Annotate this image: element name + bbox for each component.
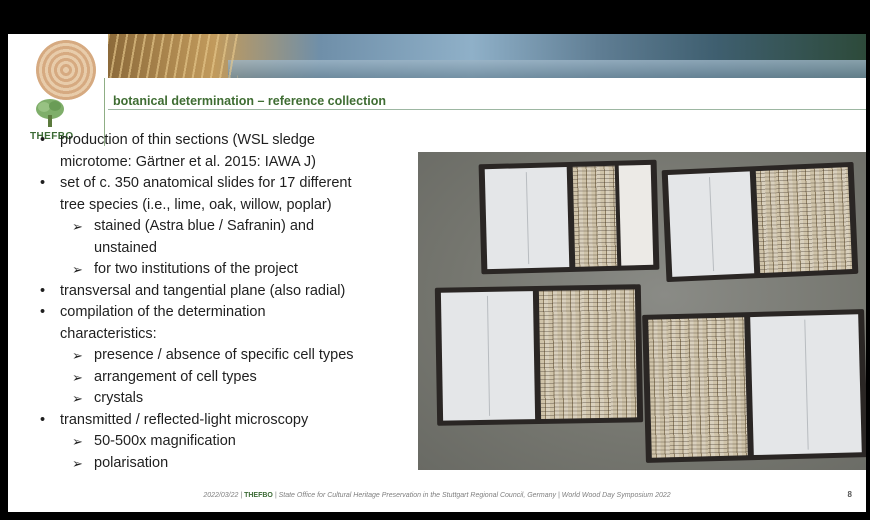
bullet-text: microtome: Gärtner et al. 2015: IAWA J) — [60, 153, 316, 170]
footer-org: THEFBO — [244, 492, 273, 499]
footer-date: 2022/03/22 — [203, 492, 239, 499]
sub-bullet-item: ➢ polarisation — [36, 453, 416, 475]
bullet-text: characteristics: — [60, 325, 157, 342]
sub-bullet-item: unstained — [36, 238, 416, 260]
arrow-bullet-icon: ➢ — [72, 348, 83, 363]
slide-footer: 2022/03/22 | THEFBO | State Office for C… — [8, 492, 866, 499]
bullet-text: tree species (i.e., lime, oak, willow, p… — [60, 196, 332, 213]
bullet-text: transversal and tangential plane (also r… — [60, 282, 346, 299]
bullet-text: compilation of the determination — [60, 304, 266, 320]
page-number: 8 — [847, 490, 852, 499]
banner-reeds — [108, 34, 238, 78]
bullet-text: unstained — [94, 239, 157, 256]
banner-lake — [228, 60, 866, 78]
presentation-slide: THEFBO botanical determination – referen… — [8, 34, 866, 512]
header-banner-image — [108, 34, 866, 78]
bullet-text: crystals — [94, 390, 144, 406]
footer-text: State Office for Cultural Heritage Prese… — [278, 492, 671, 499]
slide-box — [661, 161, 859, 283]
bullet-item: • transmitted / reflected-light microscop… — [36, 410, 416, 432]
bullet-text: arrangement of cell types — [94, 368, 257, 385]
sub-bullet-item: ➢ for two institutions of the project — [36, 259, 416, 281]
bullet-list: • production of thin sections (WSL sledge… — [36, 130, 416, 474]
bullet-dot-icon: • — [40, 411, 46, 428]
bullet-item: • transversal and tangential plane (also … — [36, 281, 416, 303]
tree-rings-logo-icon — [36, 40, 96, 100]
title-underline — [108, 109, 866, 110]
bullet-text: 50-500x magnification — [94, 433, 236, 449]
sub-bullet-item: ➢ 50-500x magnification — [36, 431, 416, 453]
bullet-item: • production of thin sections (WSL sledge — [36, 130, 416, 152]
bullet-dot-icon: • — [40, 282, 46, 299]
bullet-dot-icon: • — [40, 175, 46, 191]
bullet-text: stained (Astra blue / Safranin) and — [94, 218, 315, 234]
tree-logo-icon — [36, 99, 64, 127]
arrow-bullet-icon: ➢ — [72, 391, 83, 406]
sub-bullet-item: ➢ presence / absence of specific cell typ… — [36, 345, 416, 367]
bullet-item: characteristics: — [36, 324, 416, 346]
sub-bullet-item: ➢ arrangement of cell types — [36, 367, 416, 389]
bullet-item: • set of c. 350 anatomical slides for 17 … — [36, 173, 416, 195]
arrow-bullet-icon: ➢ — [72, 262, 83, 277]
bullet-text: presence / absence of specific cell type… — [94, 347, 354, 363]
slide-box — [478, 159, 660, 275]
arrow-bullet-icon: ➢ — [72, 219, 83, 234]
arrow-bullet-icon: ➢ — [72, 434, 83, 449]
bullet-item: microtome: Gärtner et al. 2015: IAWA J) — [36, 152, 416, 174]
sub-bullet-item: ➢ stained (Astra blue / Safranin) and — [36, 216, 416, 238]
bullet-item: tree species (i.e., lime, oak, willow, p… — [36, 195, 416, 217]
bullet-text: transmitted / reflected-light microscopy — [60, 411, 309, 428]
sub-bullet-item: ➢ crystals — [36, 388, 416, 410]
slide-boxes-photo — [418, 152, 866, 470]
arrow-bullet-icon: ➢ — [72, 369, 83, 385]
bullet-item: • compilation of the determination — [36, 302, 416, 324]
bullet-dot-icon: • — [40, 132, 46, 148]
slide-box — [434, 284, 644, 426]
bullet-text: production of thin sections (WSL sledge — [60, 132, 315, 148]
slide-title: botanical determination – reference coll… — [113, 94, 386, 108]
bullet-text: set of c. 350 anatomical slides for 17 d… — [60, 175, 352, 191]
slide-box — [642, 309, 866, 463]
bullet-text: polarisation — [94, 454, 169, 471]
arrow-bullet-icon: ➢ — [72, 455, 83, 471]
bullet-dot-icon: • — [40, 304, 46, 320]
bullet-text: for two institutions of the project — [94, 261, 298, 277]
